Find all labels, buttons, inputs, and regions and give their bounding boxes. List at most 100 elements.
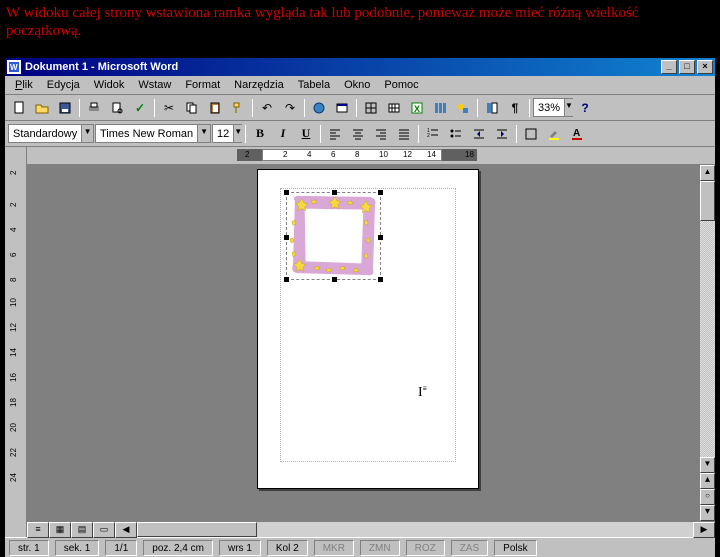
next-page-button[interactable]: ▾ — [700, 505, 715, 521]
chevron-down-icon[interactable]: ▼ — [233, 125, 242, 142]
menu-format[interactable]: Format — [179, 78, 226, 92]
print-preview-button[interactable] — [106, 97, 128, 118]
close-button[interactable]: × — [697, 60, 713, 74]
status-position: poz. 2,4 cm — [143, 540, 213, 556]
menu-insert[interactable]: Wstaw — [132, 78, 177, 92]
status-section: sek. 1 — [55, 540, 100, 556]
svg-text:W: W — [10, 63, 18, 72]
align-justify-button[interactable] — [393, 123, 415, 144]
bold-button[interactable]: B — [249, 123, 271, 144]
underline-button[interactable]: U — [295, 123, 317, 144]
new-doc-button[interactable] — [8, 97, 30, 118]
outline-view-button[interactable]: ▭ — [93, 522, 115, 538]
chevron-down-icon[interactable]: ▼ — [197, 125, 210, 142]
chevron-down-icon[interactable]: ▼ — [81, 125, 93, 142]
font-color-button[interactable]: A — [566, 123, 588, 144]
spellcheck-button[interactable]: ✓ — [129, 97, 151, 118]
view-and-hscroll-row: ≡ ▦ ▤ ▭ ◀ ▶ — [27, 521, 715, 537]
borders-button[interactable] — [520, 123, 542, 144]
menu-bar: Plik Edycja Widok Wstaw Format Narzędzia… — [5, 76, 715, 95]
hscroll-right-button[interactable]: ▶ — [693, 522, 715, 538]
menu-edit[interactable]: Edycja — [41, 78, 86, 92]
presentation-caption: W widoku całej strony wstawiona ramka wy… — [0, 0, 720, 50]
tables-borders-button[interactable] — [360, 97, 382, 118]
web-toolbar-button[interactable] — [331, 97, 353, 118]
align-left-button[interactable] — [324, 123, 346, 144]
menu-tools[interactable]: Narzędzia — [228, 78, 290, 92]
status-zmn[interactable]: ZMN — [360, 540, 400, 556]
font-size-combo[interactable]: 12▼ — [212, 124, 242, 143]
text-cursor-icon: I≡ — [418, 385, 427, 401]
status-zas[interactable]: ZAS — [451, 540, 488, 556]
status-pages: 1/1 — [105, 540, 137, 556]
print-button[interactable] — [83, 97, 105, 118]
doc-map-button[interactable] — [481, 97, 503, 118]
horizontal-ruler[interactable]: 2 2 4 6 8 10 12 14 18 — [27, 147, 715, 165]
menu-help[interactable]: Pomoc — [378, 78, 424, 92]
status-roz[interactable]: ROZ — [406, 540, 445, 556]
svg-text:A: A — [573, 128, 580, 139]
vertical-scrollbar[interactable]: ▲ ▼ ▴ ○ ▾ — [699, 165, 715, 521]
bulleted-list-button[interactable] — [445, 123, 467, 144]
chevron-down-icon[interactable]: ▼ — [564, 99, 573, 116]
status-line: wrs 1 — [219, 540, 261, 556]
insert-table-button[interactable] — [383, 97, 405, 118]
vertical-ruler[interactable]: 2 2 4 6 8 10 12 14 16 18 20 22 24 — [5, 147, 27, 537]
hscroll-left-button[interactable]: ◀ — [115, 522, 137, 538]
maximize-button[interactable]: □ — [679, 60, 695, 74]
status-mkr[interactable]: MKR — [314, 540, 354, 556]
style-combo[interactable]: Standardowy▼ — [8, 124, 94, 143]
document-area: 2 2 4 6 8 10 12 14 16 18 20 22 24 2 2 4 … — [5, 147, 715, 537]
status-bar: str. 1 sek. 1 1/1 poz. 2,4 cm wrs 1 Kol … — [5, 537, 715, 557]
status-language[interactable]: Polsk — [494, 540, 536, 556]
decorative-star-border-clipart — [287, 193, 380, 279]
inserted-frame[interactable] — [286, 192, 381, 280]
excel-button[interactable]: X — [406, 97, 428, 118]
scroll-thumb[interactable] — [700, 181, 715, 221]
copy-button[interactable] — [181, 97, 203, 118]
title-bar[interactable]: W Dokument 1 - Microsoft Word _ □ × — [5, 58, 715, 76]
word-window: W Dokument 1 - Microsoft Word _ □ × Plik… — [3, 56, 717, 538]
increase-indent-button[interactable] — [491, 123, 513, 144]
columns-button[interactable] — [429, 97, 451, 118]
online-layout-view-button[interactable]: ▦ — [49, 522, 71, 538]
browse-object-button[interactable]: ○ — [700, 489, 715, 505]
open-button[interactable] — [31, 97, 53, 118]
normal-view-button[interactable]: ≡ — [27, 522, 49, 538]
scroll-up-button[interactable]: ▲ — [700, 165, 715, 181]
menu-file[interactable]: Plik — [9, 78, 39, 92]
drawing-button[interactable] — [452, 97, 474, 118]
horizontal-scrollbar[interactable] — [137, 522, 693, 537]
save-button[interactable] — [54, 97, 76, 118]
menu-table[interactable]: Tabela — [292, 78, 336, 92]
help-button[interactable]: ? — [574, 97, 596, 118]
hyperlink-button[interactable] — [308, 97, 330, 118]
cut-button[interactable]: ✂ — [158, 97, 180, 118]
status-column: Kol 2 — [267, 540, 308, 556]
font-combo[interactable]: Times New Roman▼ — [95, 124, 211, 143]
align-center-button[interactable] — [347, 123, 369, 144]
decrease-indent-button[interactable] — [468, 123, 490, 144]
paste-button[interactable] — [204, 97, 226, 118]
scroll-down-button[interactable]: ▼ — [700, 457, 715, 473]
redo-button[interactable]: ↷ — [279, 97, 301, 118]
page-layout-view-button[interactable]: ▤ — [71, 522, 93, 538]
document-canvas[interactable]: I≡ ▲ ▼ ▴ ○ ▾ — [27, 165, 715, 521]
format-painter-button[interactable] — [227, 97, 249, 118]
minimize-button[interactable]: _ — [661, 60, 677, 74]
highlight-button[interactable] — [543, 123, 565, 144]
align-right-button[interactable] — [370, 123, 392, 144]
svg-text:2: 2 — [427, 133, 430, 139]
numbered-list-button[interactable]: 12 — [422, 123, 444, 144]
zoom-combo[interactable]: 33%▼ — [533, 98, 573, 117]
word-sys-icon[interactable]: W — [7, 60, 21, 74]
hscroll-thumb[interactable] — [137, 522, 257, 537]
undo-button[interactable]: ↶ — [256, 97, 278, 118]
menu-view[interactable]: Widok — [88, 78, 131, 92]
formatting-toolbar: Standardowy▼ Times New Roman▼ 12▼ B I U … — [5, 121, 715, 147]
svg-text:X: X — [414, 104, 420, 114]
italic-button[interactable]: I — [272, 123, 294, 144]
menu-window[interactable]: Okno — [338, 78, 376, 92]
show-paragraph-button[interactable]: ¶ — [504, 97, 526, 118]
prev-page-button[interactable]: ▴ — [700, 473, 715, 489]
